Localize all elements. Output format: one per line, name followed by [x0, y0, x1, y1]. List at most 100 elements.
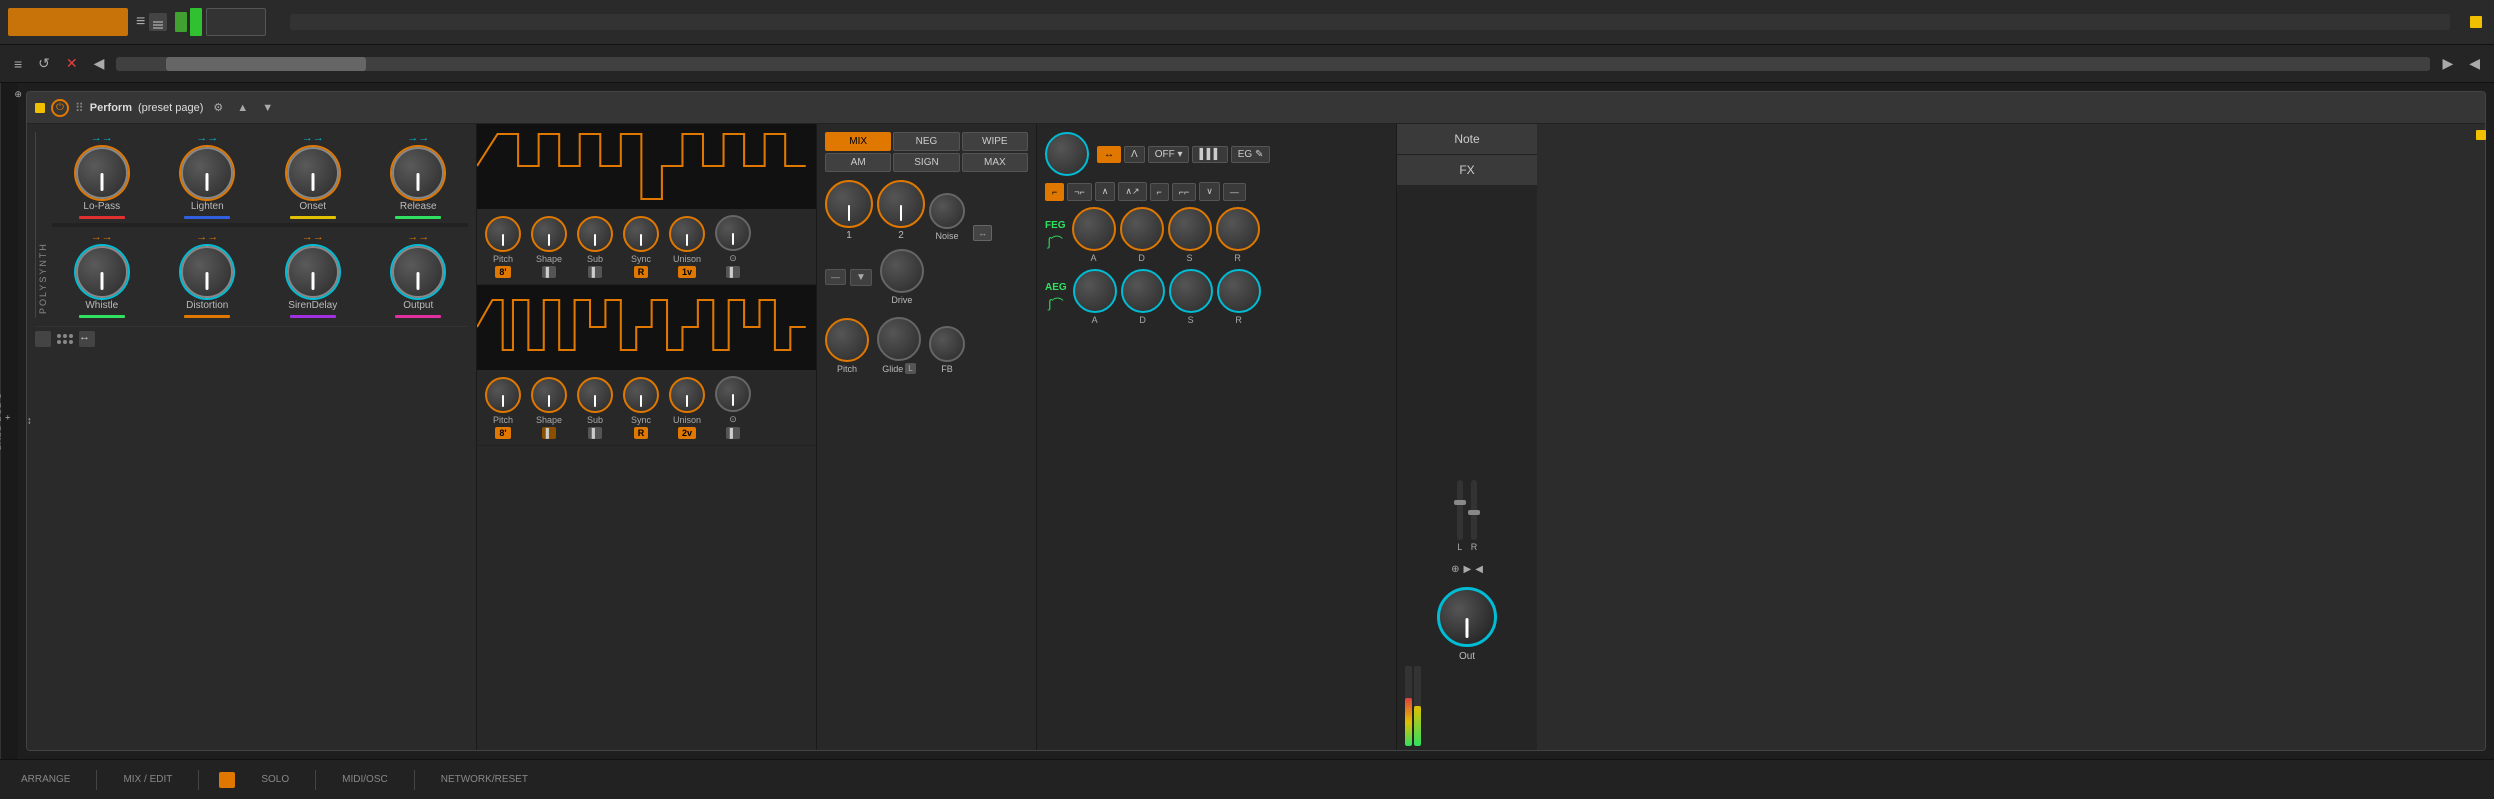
aeg-d-knob[interactable]: [1121, 269, 1165, 313]
osc1-sub-knob[interactable]: [577, 216, 613, 252]
osc2-pitch-knob[interactable]: [485, 377, 521, 413]
noise-knob[interactable]: [929, 193, 965, 229]
env-shape-wave-btn[interactable]: ∧↗: [1118, 182, 1146, 201]
macro-arrow-distortion: →→: [196, 231, 218, 243]
feg-d-knob[interactable]: [1120, 207, 1164, 251]
mix-edit-button[interactable]: MIX / EDIT: [117, 772, 178, 787]
note-button[interactable]: Note: [1397, 124, 1537, 155]
power-button[interactable]: ⏻: [51, 99, 69, 117]
page-icon[interactable]: [35, 331, 51, 347]
wipe-button[interactable]: WIPE: [962, 132, 1028, 151]
osc2-shape-knob[interactable]: [531, 377, 567, 413]
pitch-bottom-knob[interactable]: [825, 318, 869, 362]
env-eg-btn[interactable]: EG ✎: [1231, 146, 1271, 163]
aeg-s-knob[interactable]: [1169, 269, 1213, 313]
macro-cell-distortion: →→ Distortion: [158, 231, 258, 318]
osc2-unison-value: 2v: [678, 427, 696, 439]
macro-knob-lighten[interactable]: [181, 147, 233, 199]
scroll-right-button[interactable]: ▶: [2438, 53, 2457, 74]
fx-button[interactable]: FX: [1397, 155, 1537, 185]
macro-knob-whistle[interactable]: [76, 246, 128, 298]
preset-up-button[interactable]: ▲: [233, 100, 252, 116]
osc2-sync-knob[interactable]: [623, 377, 659, 413]
osc2-sub-knob[interactable]: [577, 377, 613, 413]
osc1-unison-knob[interactable]: [669, 216, 705, 252]
close-button[interactable]: ✕: [62, 53, 82, 74]
mix-mode2-button[interactable]: —: [825, 269, 846, 285]
mute-icon[interactable]: ◀: [1475, 564, 1483, 575]
glide-knob[interactable]: [877, 317, 921, 361]
osc2-unison-knob[interactable]: [669, 377, 705, 413]
l-fader[interactable]: [1457, 480, 1463, 540]
mix-button[interactable]: MIX: [825, 132, 891, 151]
preset-down-button[interactable]: ▼: [258, 100, 277, 116]
feg-s-knob[interactable]: [1168, 207, 1212, 251]
aeg-r-knob[interactable]: [1217, 269, 1261, 313]
env-off-btn[interactable]: OFF ▾: [1148, 146, 1190, 163]
mix-bottom-row: Pitch Glide L FB: [825, 313, 1028, 374]
out-knob[interactable]: [1437, 587, 1497, 647]
osc2-mix-knob[interactable]: [877, 180, 925, 228]
sign-button[interactable]: SIGN: [893, 153, 959, 172]
osc1-extra-ctrl: ⊙ ▌: [715, 215, 751, 278]
timeline-scrollbar[interactable]: [116, 57, 2430, 71]
settings-button[interactable]: ⚙: [209, 99, 227, 116]
drag-handle-icon[interactable]: ⠿: [75, 101, 84, 115]
aeg-a-knob[interactable]: [1073, 269, 1117, 313]
env-shape-ramp-btn[interactable]: ⌐: [1150, 183, 1169, 201]
env-shape-arch-btn[interactable]: ∧: [1095, 182, 1116, 201]
macro-knob-lopass[interactable]: [76, 147, 128, 199]
r-fader-thumb[interactable]: [1468, 510, 1480, 515]
max-button[interactable]: MAX: [962, 153, 1028, 172]
link-icon[interactable]: ↔: [79, 331, 95, 347]
feg-r-knob[interactable]: [1216, 207, 1260, 251]
transport-button[interactable]: [8, 8, 128, 36]
list-icon-button[interactable]: ≡: [10, 54, 26, 74]
macro-knob-onset[interactable]: [287, 147, 339, 199]
osc1-shape-knob[interactable]: [531, 216, 567, 252]
osc1-mix-knob[interactable]: [825, 180, 873, 228]
env-shape-v-btn[interactable]: ∨: [1199, 182, 1220, 201]
loop-button[interactable]: ↺: [34, 53, 54, 74]
env-main-knob[interactable]: [1045, 132, 1089, 176]
arrange-button[interactable]: ARRANGE: [15, 772, 76, 787]
drive-knob[interactable]: [880, 249, 924, 293]
mix-lambda-button[interactable]: ▼: [850, 269, 872, 286]
env-shape-neg2-btn[interactable]: ¬⌐: [1067, 183, 1092, 201]
env-shape-step-btn[interactable]: ⌐⌐: [1172, 183, 1197, 201]
osc1-sync-knob[interactable]: [623, 216, 659, 252]
midi-osc-button[interactable]: MIDI/OSC: [336, 772, 394, 787]
l-fader-thumb[interactable]: [1454, 500, 1466, 505]
glide-mode-button[interactable]: L: [905, 363, 915, 374]
add-track-button[interactable]: +: [3, 414, 13, 420]
fb-knob[interactable]: [929, 326, 965, 362]
osc-link-button[interactable]: ↔: [973, 225, 992, 241]
env-shape-flat-btn[interactable]: —: [1223, 183, 1246, 201]
track-options-button[interactable]: ⊕: [13, 89, 23, 98]
macro-knob-release[interactable]: [392, 147, 444, 199]
macro-knob-output[interactable]: [392, 246, 444, 298]
macro-knob-sirendelay[interactable]: [287, 246, 339, 298]
osc1-pitch-knob[interactable]: [485, 216, 521, 252]
env-arrow-btn[interactable]: ↔: [1097, 146, 1121, 163]
osc2-extra-knob[interactable]: [715, 376, 751, 412]
r-fader[interactable]: [1471, 480, 1477, 540]
env-shape-neg-btn[interactable]: ⌐: [1045, 183, 1064, 201]
scroll-left-button[interactable]: ◀: [90, 53, 109, 74]
solo-button[interactable]: SOLO: [255, 772, 295, 787]
separator1: [96, 770, 97, 790]
list-view-button[interactable]: ≡: [132, 11, 149, 33]
env-lambda-btn[interactable]: Λ: [1124, 146, 1145, 163]
osc1-extra-knob[interactable]: [715, 215, 751, 251]
am-button[interactable]: AM: [825, 153, 891, 172]
solo-icon-button[interactable]: [219, 772, 235, 788]
macro-knob-distortion[interactable]: [181, 246, 233, 298]
play-small-icon[interactable]: ▶: [1463, 564, 1471, 575]
bottom-bar: ARRANGE MIX / EDIT SOLO MIDI/OSC NETWORK…: [0, 759, 2494, 799]
feg-a-knob[interactable]: [1072, 207, 1116, 251]
track-link-button[interactable]: ↔: [23, 416, 34, 427]
neg-button[interactable]: NEG: [893, 132, 959, 151]
network-button[interactable]: NETWORK/RESET: [435, 772, 534, 787]
scroll-right2-button[interactable]: ◀: [2465, 53, 2484, 74]
env-bars-btn[interactable]: ▌▌▌: [1192, 146, 1227, 163]
